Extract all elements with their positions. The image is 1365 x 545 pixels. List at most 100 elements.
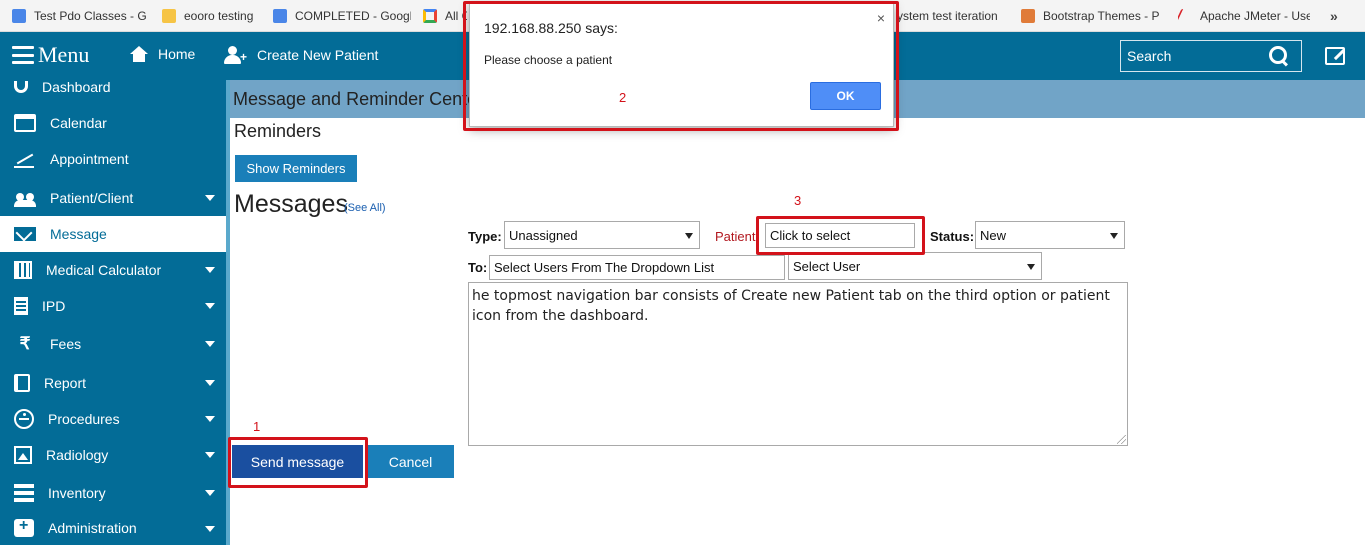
google-icon [423,9,437,23]
sidebar-item-fees[interactable]: ₹ Fees [0,326,226,362]
sidebar-item-label: Radiology [46,447,109,463]
screenshot-root: Test Pdo Classes - Go eooro testing COMP… [0,0,1365,545]
select-user-dropdown[interactable]: Select User [788,252,1042,280]
bookmark-apache-jmeter[interactable]: Apache JMeter - User [1178,0,1310,32]
page-title: Message and Reminder Cente [233,89,478,109]
type-select-value: Unassigned [509,227,578,243]
calculator-icon [14,261,32,279]
resize-handle-icon[interactable] [1117,435,1126,444]
sidebar-item-medical-calculator[interactable]: Medical Calculator [0,252,226,288]
sidebar-item-calendar[interactable]: Calendar [0,105,226,141]
dropdown-arrow-icon [685,233,693,239]
cancel-button[interactable]: Cancel [367,445,454,478]
bookmark-label: eooro testing [184,9,254,23]
nav-home[interactable]: Home [130,46,195,62]
type-select[interactable]: Unassigned [504,221,700,249]
users-icon [14,189,36,207]
sidebar-item-label: IPD [42,298,66,314]
bookmark-bootstrap-themes[interactable]: Bootstrap Themes - P [1021,0,1161,32]
sidebar-item-inventory[interactable]: Inventory [0,475,226,511]
home-icon [130,46,148,62]
sidebar-item-report[interactable]: Report [0,365,226,401]
annotation-number-1: 1 [253,419,261,434]
bookmark-label: Apache JMeter - User [1200,9,1310,23]
search-icon[interactable] [1269,46,1289,66]
medkit-icon [14,517,34,537]
nav-create-patient-label: Create New Patient [257,47,379,63]
see-all-link[interactable]: (See All) [344,202,386,214]
building-icon [14,297,28,315]
caret-down-icon [205,267,215,273]
sidebar-item-administration[interactable]: Administration [0,511,226,545]
reminders-heading: Reminders [234,121,322,141]
nav-create-new-patient[interactable]: + Create New Patient [223,46,378,64]
caret-down-icon [205,416,215,422]
annotation-box-3 [756,216,925,255]
sidebar-item-label: Procedures [48,411,120,427]
search-box [1120,40,1302,72]
bookmark-completed[interactable]: COMPLETED - Google [273,0,411,32]
user-plus-icon: + [223,46,247,64]
sidebar-item-dashboard[interactable]: Dashboard [0,69,226,105]
to-recipients-field[interactable]: Select Users From The Dropdown List [489,255,785,280]
bookmark-system-test[interactable]: ystem test iteration [897,0,1009,32]
stethoscope-icon [14,81,28,93]
sidebar-item-patient-client[interactable]: Patient/Client [0,180,226,216]
line-chart-icon [14,150,36,168]
annotation-number-3: 3 [794,193,802,208]
status-select[interactable]: New [975,221,1125,249]
bootstrap-icon [1021,9,1035,23]
caret-down-icon [205,380,215,386]
sidebar-item-label: Patient/Client [50,190,134,206]
bookmark-label: Test Pdo Classes - Go [34,9,146,23]
sidebar-item-label: Medical Calculator [46,262,162,278]
bookmark-eooro-testing[interactable]: eooro testing [162,0,262,32]
folder-icon [162,9,176,23]
to-label: To: [468,260,488,275]
accessibility-icon [14,409,34,429]
annotation-box-1 [228,437,368,488]
annotation-box-2 [463,1,899,131]
bookmark-all[interactable]: All C [423,0,467,32]
sidebar-item-appointment[interactable]: Appointment [0,141,226,177]
sidebar-item-label: Appointment [50,151,129,167]
sidebar-item-label: Message [50,226,107,242]
sidebar-item-label: Calendar [50,115,107,131]
menu-label: Menu [38,42,90,67]
sidebar-item-procedures[interactable]: Procedures [0,401,226,437]
type-label: Type: [468,229,502,244]
bookmark-label: Bootstrap Themes - P [1043,9,1160,23]
show-reminders-button[interactable]: Show Reminders [235,155,357,182]
caret-down-icon [205,195,215,201]
edit-icon[interactable] [1325,47,1345,65]
status-label: Status: [930,229,975,244]
sidebar-item-label: Dashboard [42,79,111,95]
list-icon [14,484,34,502]
menu-toggle[interactable]: Menu [12,42,89,68]
sidebar-item-radiology[interactable]: Radiology [0,437,226,473]
caret-down-icon [205,303,215,309]
bookmarks-more-button[interactable]: » [1330,0,1338,32]
book-icon [14,374,30,392]
image-icon [14,446,32,464]
rupee-icon: ₹ [19,334,31,353]
messages-heading: Messages [234,190,348,218]
patient-label: Patient: [715,229,760,244]
bookmark-test-pdo[interactable]: Test Pdo Classes - Go [12,0,146,32]
envelope-icon [14,227,36,241]
sidebar-item-ipd[interactable]: IPD [0,288,226,324]
caret-down-icon [205,490,215,496]
caret-down-icon [205,526,215,532]
doc-icon [273,9,287,23]
hamburger-icon [12,46,34,64]
caret-down-icon [205,452,215,458]
status-select-value: New [980,227,1007,243]
sidebar-item-label: Report [44,375,87,391]
search-input[interactable] [1127,48,1257,64]
to-field-value: Select Users From The Dropdown List [494,260,715,275]
sidebar-item-message[interactable]: Message [0,216,226,252]
message-textarea[interactable]: he topmost navigation bar consists of Cr… [468,282,1128,446]
doc-icon [12,9,26,23]
sidebar-item-label: Fees [50,336,82,352]
nav-home-label: Home [158,46,196,62]
